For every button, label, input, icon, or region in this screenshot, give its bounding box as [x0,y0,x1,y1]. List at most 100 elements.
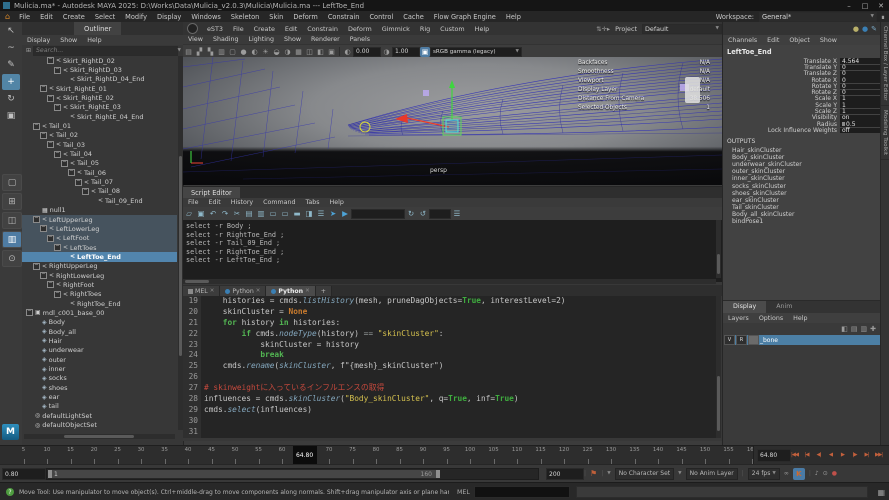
paste-icon[interactable]: ▥ [255,209,267,218]
playback-range-bar[interactable]: 1 160 [48,470,440,478]
output-socks-skincluster[interactable]: socks_skinCluster [723,183,881,190]
sound-icon[interactable]: ♪ [815,470,819,477]
menu-edit[interactable]: Edit [280,25,302,33]
command-line-language[interactable]: MEL [457,489,470,496]
gamma-field[interactable]: 1.00 [392,47,420,57]
output-underwear-skincluster[interactable]: underwear_skinCluster [723,161,881,168]
scale-tool[interactable]: ▣ [2,108,20,124]
expand-toggle[interactable]: − [47,281,54,288]
two-pane-layout[interactable]: ◫ [2,212,22,229]
menu-custom[interactable]: Custom [435,25,469,33]
menu-file[interactable]: File [183,199,204,206]
go-to-prev-key-button[interactable]: |◀ [801,448,812,461]
exposure-icon[interactable]: ◐ [342,48,353,56]
script-tab-python[interactable]: Python✕ [266,286,315,296]
select-tool[interactable]: ↖ [2,23,20,39]
loop-icon[interactable]: ∞ [784,470,789,477]
expand-toggle[interactable]: − [26,309,33,316]
snap-plane-icon[interactable]: ▥ [216,48,227,56]
clear-history-icon[interactable]: ▭ [267,209,279,218]
tree-item-skirt-righte-04-end[interactable]: <Skirt_RightE_04_End [22,112,177,121]
aa-icon[interactable]: ▦ [293,48,304,56]
paint-select-tool[interactable]: ✎ [2,57,20,73]
tree-item-tail-08[interactable]: −<Tail_08 [22,187,177,196]
code-vscrollbar[interactable] [716,296,721,438]
menu-shading[interactable]: Shading [208,36,244,43]
outliner-panel-tab[interactable]: Outliner [74,22,121,35]
tree-item-tail-04[interactable]: −<Tail_04 [22,149,177,158]
move-tool[interactable]: + [2,74,20,90]
color-management-icon[interactable]: ▣ [420,47,430,57]
range-end-handle[interactable] [436,470,440,478]
menu-modify[interactable]: Modify [120,13,152,21]
menu-edit[interactable]: Edit [35,13,58,21]
outliner-persp-layout[interactable]: ▥ [2,231,22,248]
anim-layer-dropdown[interactable]: No Anim Layer [686,468,738,480]
menu-windows[interactable]: Windows [186,13,225,21]
tree-item-tail-07[interactable]: −<Tail_07 [22,177,177,186]
expand-toggle[interactable]: − [54,291,61,298]
menu-view[interactable]: View [183,36,208,43]
tree-item-tail[interactable]: ◈tail [22,402,177,411]
tree-item-lefttoes[interactable]: −<LeftToes [22,243,177,252]
tree-item-tail-06[interactable]: −<Tail_06 [22,168,177,177]
shaded-icon[interactable]: ● [238,48,249,56]
gamma-icon[interactable]: ◑ [381,48,392,56]
snap-curve-icon[interactable]: ▞ [194,48,205,56]
output-inner-skincluster[interactable]: inner_skinCluster [723,175,881,182]
playback-speed-icon[interactable]: ⊙ [823,470,828,477]
tree-item-leftfoot[interactable]: −<LeftFoot [22,234,177,243]
stack-trace-icon[interactable]: ☰ [451,209,463,218]
tree-item-ear[interactable]: ◈ear [22,392,177,401]
chevron-down-icon[interactable]: ▼ [178,48,181,53]
attr-value-field[interactable]: 0 [840,77,880,83]
wireframe-icon[interactable]: ▢ [227,48,238,56]
menu-flow-graph-engine[interactable]: Flow Graph Engine [429,13,501,21]
output-ear-skincluster[interactable]: ear_skinCluster [723,197,881,204]
menu-cache[interactable]: Cache [398,13,429,21]
exposure-field[interactable]: 0.00 [353,47,381,57]
expand-toggle[interactable]: − [40,272,47,279]
soft-select-icon[interactable]: ● [862,25,868,33]
tree-item-righttoe-end[interactable]: <RightToe_End [22,299,177,308]
menu-edit[interactable]: Edit [204,199,226,206]
ao-icon[interactable]: ◑ [282,48,293,56]
script-tab-python[interactable]: Python✕ [220,286,266,296]
lasso-tool[interactable]: ~ [2,40,20,56]
menu-select[interactable]: Select [90,13,120,21]
search-up-icon[interactable]: ↺ [417,209,429,218]
save-script-icon[interactable]: ▣ [195,209,207,218]
clear-input-icon[interactable]: ▭ [279,209,291,218]
current-frame-marker[interactable]: 64.80 [293,446,317,464]
go-to-start-button[interactable]: |◀◀ [789,448,800,461]
command-line-input[interactable] [474,486,570,498]
go-to-end-button[interactable]: ▶▶| [873,448,884,461]
menu-show[interactable]: Show [279,36,306,43]
go-to-next-key-button[interactable]: ▶| [861,448,872,461]
layer-row-bone[interactable]: VR _bone [724,335,880,345]
menu-help[interactable]: Help [82,37,106,44]
anim-start-field[interactable]: 0.80 [2,468,46,480]
attr-value-field[interactable]: 4.564 [840,58,880,64]
script-search-input[interactable] [351,209,405,219]
outliner-hscrollbar[interactable] [24,434,175,439]
workspace-dropdown[interactable]: General*▼ [759,12,877,22]
output-body-skincluster[interactable]: Body_skinCluster [723,154,881,161]
layer-display-type-toggle[interactable]: R [736,335,747,345]
menu-help[interactable]: Help [788,315,812,322]
expand-toggle[interactable]: − [33,123,40,130]
execute-icon[interactable]: ▶ [339,209,351,218]
isolate-select-icon[interactable]: ◧ [315,48,326,56]
home-icon[interactable]: ⌂ [5,12,10,21]
expand-toggle[interactable]: − [47,95,54,102]
fps-dropdown[interactable]: 24 fps▼ [748,468,780,480]
menu-display[interactable]: Display [152,13,186,21]
output-tail-skincluster[interactable]: Tail_skinCluster [723,204,881,211]
history-hscrollbar[interactable] [183,279,716,284]
menu-create[interactable]: Create [249,25,280,33]
expand-toggle[interactable]: − [40,85,47,92]
expand-toggle[interactable]: − [75,179,82,186]
play-back-button[interactable]: ◀ [825,448,836,461]
expand-toggle[interactable]: − [54,244,61,251]
layer-color-swatch[interactable] [748,335,759,345]
